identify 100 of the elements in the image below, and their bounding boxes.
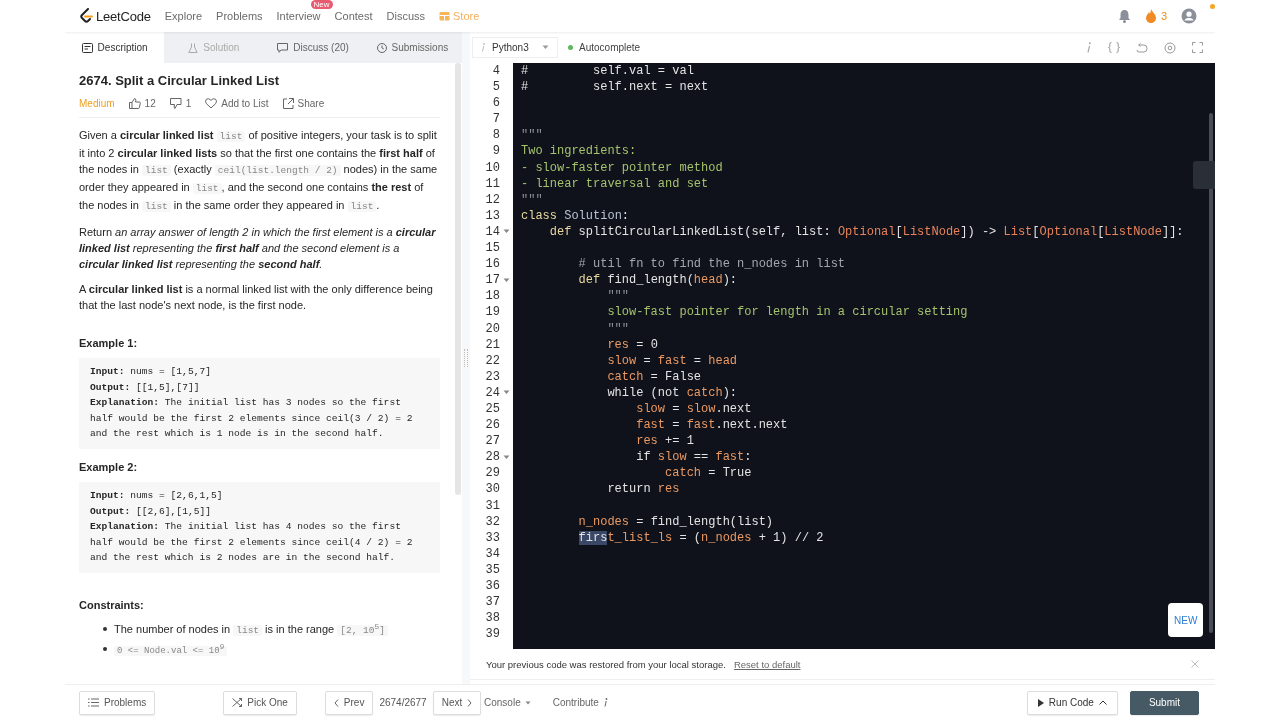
line-number: 31: [485, 497, 500, 514]
autocomplete-toggle[interactable]: Autocomplete: [568, 42, 641, 53]
fold-caret-icon[interactable]: [503, 454, 510, 460]
settings-icon[interactable]: [1164, 41, 1176, 54]
code-line: return res: [606, 482, 680, 497]
problems-button[interactable]: Problems: [79, 690, 156, 715]
description-paragraph: A circular linked list is a normal linked list with the only difference being that the last node's next node, is the first node.: [79, 282, 434, 313]
nav-link[interactable]: Interview: [276, 10, 321, 22]
line-number: 35: [485, 561, 500, 578]
nav-link[interactable]: Contest: [334, 10, 373, 22]
bell-icon[interactable]: [1117, 9, 1131, 23]
tab[interactable]: Submissions: [362, 32, 462, 63]
pick-one-button[interactable]: Pick One: [223, 690, 297, 715]
code-line: # util fn to find the n_nodes in list: [577, 257, 846, 272]
share-link[interactable]: Share: [297, 98, 325, 109]
code-line: class Solution:: [521, 208, 630, 223]
scrollbar[interactable]: [1209, 113, 1213, 633]
avatar-icon[interactable]: [1181, 8, 1197, 24]
line-number: 26: [485, 417, 500, 434]
notification-dot: [1210, 4, 1215, 9]
line-number: 6: [492, 95, 500, 112]
bullet-icon: [103, 647, 107, 652]
code-line: def find_length(head):: [577, 273, 738, 288]
comment-icon[interactable]: [169, 98, 182, 109]
line-number: 23: [485, 368, 500, 385]
scrollbar[interactable]: [455, 63, 461, 495]
list-icon: [88, 698, 99, 707]
line-number: 24: [485, 384, 500, 401]
line-number: 13: [485, 207, 500, 224]
heart-icon[interactable]: [205, 98, 218, 109]
add-to-list-link[interactable]: Add to List: [221, 98, 269, 109]
line-number: 14: [485, 223, 500, 241]
code-line: slow = fast = head: [606, 353, 738, 368]
code-line: """: [606, 289, 630, 304]
nav-link[interactable]: Explore: [164, 10, 203, 22]
console-button[interactable]: Console: [484, 697, 531, 708]
contribute-button[interactable]: Contribute: [552, 697, 608, 708]
nav-link[interactable]: Problems: [216, 10, 263, 22]
example-line: Output: [[1,5],[7]]: [90, 380, 201, 395]
language-select[interactable]: Python3: [472, 37, 558, 58]
play-icon: [1037, 698, 1044, 707]
clock-icon: [376, 42, 387, 53]
line-number: 21: [485, 336, 500, 353]
fullscreen-icon[interactable]: [1192, 42, 1203, 53]
example-heading: Example 1:: [79, 337, 139, 349]
run-code-button[interactable]: Run Code: [1026, 690, 1118, 715]
tab[interactable]: Description: [65, 32, 165, 63]
resize-handle[interactable]: [464, 349, 468, 367]
prev-button[interactable]: Prev: [324, 690, 374, 715]
line-number: 38: [485, 610, 500, 627]
next-button[interactable]: Next: [432, 690, 482, 715]
line-number: 4: [492, 63, 500, 80]
line-number: 15: [485, 240, 500, 257]
new-button[interactable]: NEW: [1168, 603, 1203, 637]
code-line: res = 0: [606, 337, 658, 352]
chevron-up-icon: [1098, 700, 1107, 705]
line-number: 12: [485, 191, 500, 208]
code-line: res += 1: [635, 434, 694, 449]
description-paragraph: Return an array answer of length 2 in which the first element is a circular linked list representing the first half and the second element is a circular linked list representing the second half.: [79, 225, 437, 272]
logo-text[interactable]: LeetCode: [96, 8, 151, 24]
reset-link[interactable]: Reset to default: [733, 658, 801, 670]
line-number: 5: [492, 79, 500, 96]
info-icon: [602, 698, 608, 707]
line-number: 30: [485, 481, 500, 498]
constraints-heading: Constraints:: [79, 598, 145, 611]
line-number: 7: [492, 111, 500, 128]
dislike-count[interactable]: 1: [185, 98, 192, 109]
line-number: 9: [492, 143, 500, 160]
caret-icon: [542, 45, 549, 50]
code-line: # self.next = next: [521, 80, 709, 95]
problem-title: 2674. Split a Circular Linked List: [79, 73, 281, 88]
code-line: slow = slow.next: [635, 401, 752, 416]
example-line: Explanation: The initial list has 4 nodes so the first half would be the first 2 elements since ceil(4 / 2) = 2 and the rest which is 2 nodes are in the second half.: [90, 520, 414, 566]
share-icon[interactable]: [282, 98, 294, 109]
reset-icon[interactable]: [1136, 42, 1148, 53]
line-number: 37: [485, 594, 500, 611]
logo-icon[interactable]: [79, 8, 93, 24]
nav-link[interactable]: Discuss: [386, 10, 425, 22]
fold-caret-icon[interactable]: [503, 390, 510, 396]
fold-caret-icon[interactable]: [503, 229, 510, 235]
code-line: slow-fast pointer for length in a circular setting: [606, 305, 968, 320]
flame-icon[interactable]: [1144, 9, 1157, 23]
braces-icon[interactable]: [1108, 42, 1120, 53]
submit-button[interactable]: Submit: [1129, 690, 1199, 715]
fold-caret-icon[interactable]: [503, 277, 510, 283]
example-line: Explanation: The initial list has 3 nodes so the first half would be the first 2 elements since ceil(3 / 2) = 2 and the rest which is 1 node is in the second half.: [90, 396, 414, 442]
store-icon[interactable]: [439, 11, 450, 21]
close-icon[interactable]: [1191, 660, 1199, 668]
like-count[interactable]: 12: [144, 98, 156, 109]
line-number: 11: [485, 175, 500, 192]
tab[interactable]: Discuss (20): [263, 32, 363, 63]
info-icon[interactable]: [1086, 42, 1092, 53]
bullet-icon: [103, 627, 107, 631]
code-line: while (not catch):: [606, 385, 738, 400]
code-line: catch = False: [606, 369, 702, 384]
code-line: - linear traversal and set: [521, 176, 709, 191]
document-icon: [81, 42, 93, 53]
description-paragraph: Given a circular linked list list of positive integers, your task is to split it into 2 circular linked lists so that the first one contains the first half of the nodes in list (exactly ceil(list.length / 2) nodes) in the same order they appeared in list , and the second one contains the rest of the nodes in list in the same order they appeared in list .: [79, 128, 439, 214]
thumbs-up-icon[interactable]: [128, 98, 141, 109]
caret-icon: [524, 700, 531, 705]
